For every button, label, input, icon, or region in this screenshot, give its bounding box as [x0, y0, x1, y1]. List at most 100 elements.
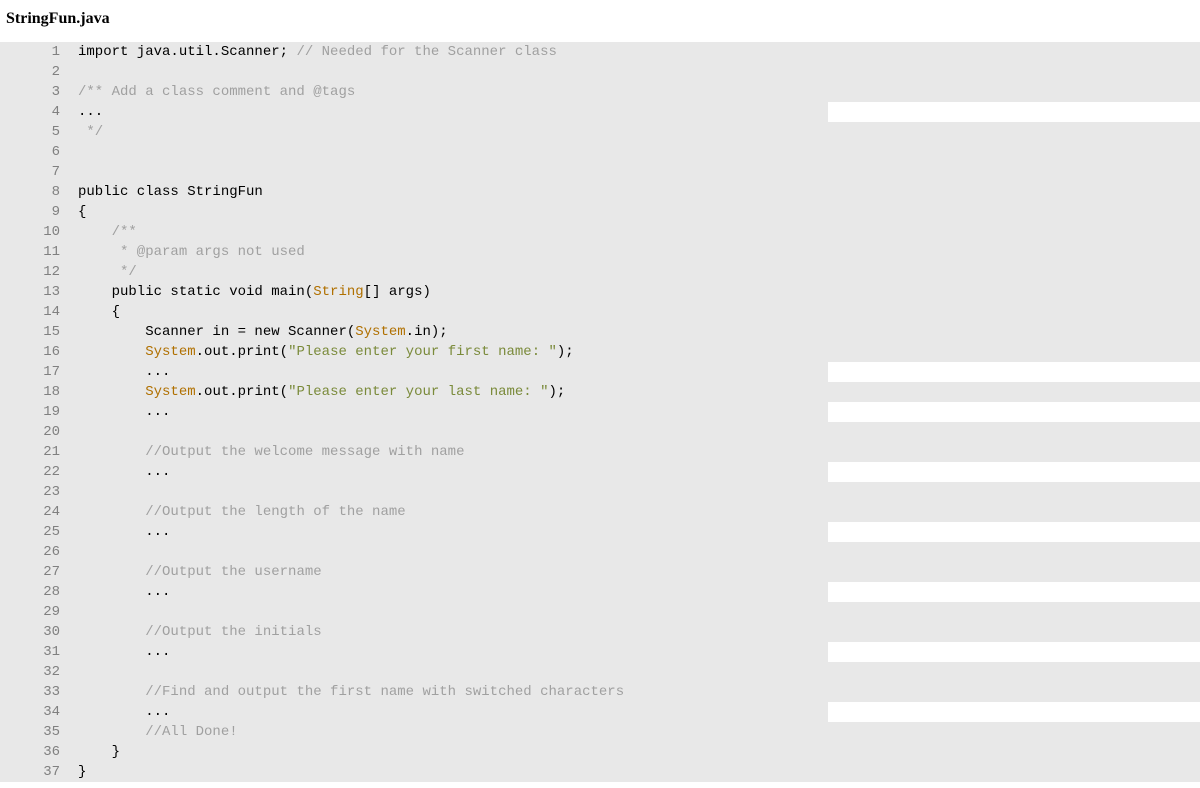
code-content: Scanner in = new Scanner(System.in); [70, 322, 1200, 342]
line-number: 30 [0, 622, 70, 642]
code-line: 29 [0, 602, 1200, 622]
code-line: 28 ... [0, 582, 1200, 602]
code-line: 31 ... [0, 642, 1200, 662]
code-line: 32 [0, 662, 1200, 682]
token: System [355, 324, 405, 340]
code-segment [70, 162, 1200, 182]
code-line: 22 ... [0, 462, 1200, 482]
line-number: 14 [0, 302, 70, 322]
code-content [70, 162, 1200, 182]
code-segment [70, 62, 1200, 82]
token: .in); [406, 324, 448, 340]
code-content: ... [70, 102, 1200, 122]
code-content [70, 602, 1200, 622]
line-number: 19 [0, 402, 70, 422]
code-line: 21 //Output the welcome message with nam… [0, 442, 1200, 462]
code-content: //Output the welcome message with name [70, 442, 1200, 462]
code-line: 15 Scanner in = new Scanner(System.in); [0, 322, 1200, 342]
line-number: 35 [0, 722, 70, 742]
token: ... [78, 404, 170, 420]
code-line: 33 //Find and output the first name with… [0, 682, 1200, 702]
code-line: 27 //Output the username [0, 562, 1200, 582]
token: import java.util.Scanner; [78, 44, 296, 60]
token: "Please enter your first name: " [288, 344, 557, 360]
code-segment: //Output the welcome message with name [70, 442, 1200, 462]
line-number: 11 [0, 242, 70, 262]
code-line: 12 */ [0, 262, 1200, 282]
token: Scanner in = new Scanner( [78, 324, 355, 340]
code-segment: System.out.print("Please enter your firs… [70, 342, 1200, 362]
code-content [70, 662, 1200, 682]
token: { [78, 304, 120, 320]
code-segment: //Output the username [70, 562, 1200, 582]
line-number: 37 [0, 762, 70, 782]
line-number: 26 [0, 542, 70, 562]
line-number: 2 [0, 62, 70, 82]
line-number: 20 [0, 422, 70, 442]
code-content: /** Add a class comment and @tags [70, 82, 1200, 102]
code-content: ... [70, 642, 1200, 662]
line-number: 34 [0, 702, 70, 722]
code-content [70, 542, 1200, 562]
token [78, 684, 145, 700]
code-segment [70, 422, 1200, 442]
code-content: ... [70, 462, 1200, 482]
token [78, 564, 145, 580]
code-content: ... [70, 582, 1200, 602]
token: * @param args not used [78, 244, 305, 260]
code-line: 8public class StringFun [0, 182, 1200, 202]
code-segment: //All Done! [70, 722, 1200, 742]
code-segment: ... [70, 582, 828, 602]
token: ... [78, 704, 170, 720]
code-segment: * @param args not used [70, 242, 1200, 262]
token: String [313, 284, 363, 300]
code-line: 24 //Output the length of the name [0, 502, 1200, 522]
code-segment [70, 542, 1200, 562]
line-number: 31 [0, 642, 70, 662]
code-segment: //Output the initials [70, 622, 1200, 642]
token: */ [78, 264, 137, 280]
line-number: 6 [0, 142, 70, 162]
line-number: 15 [0, 322, 70, 342]
line-number: 13 [0, 282, 70, 302]
line-number: 24 [0, 502, 70, 522]
token: public static void main( [78, 284, 313, 300]
line-number: 12 [0, 262, 70, 282]
code-segment: ... [70, 522, 828, 542]
code-segment: ... [70, 102, 828, 122]
code-segment: public static void main(String[] args) [70, 282, 1200, 302]
code-content: { [70, 302, 1200, 322]
token [78, 344, 145, 360]
token: } [78, 764, 86, 780]
token: //Output the initials [145, 624, 321, 640]
token: /** [78, 224, 137, 240]
code-line: 6 [0, 142, 1200, 162]
line-number: 18 [0, 382, 70, 402]
code-segment: import java.util.Scanner; // Needed for … [70, 42, 1200, 62]
line-number: 7 [0, 162, 70, 182]
code-content [70, 482, 1200, 502]
line-number: 27 [0, 562, 70, 582]
line-number: 4 [0, 102, 70, 122]
token: .out.print( [196, 384, 288, 400]
token [78, 624, 145, 640]
code-content: } [70, 742, 1200, 762]
line-number: 9 [0, 202, 70, 222]
token: [] args) [364, 284, 431, 300]
line-number: 28 [0, 582, 70, 602]
code-content: ... [70, 402, 1200, 422]
code-line: 37} [0, 762, 1200, 782]
code-content: ... [70, 362, 1200, 382]
code-content: /** [70, 222, 1200, 242]
code-line: 17 ... [0, 362, 1200, 382]
code-line: 34 ... [0, 702, 1200, 722]
code-content [70, 62, 1200, 82]
code-gap [828, 702, 1200, 722]
code-content: ... [70, 702, 1200, 722]
code-line: 25 ... [0, 522, 1200, 542]
token: //Output the username [145, 564, 321, 580]
code-segment: ... [70, 462, 828, 482]
line-number: 3 [0, 82, 70, 102]
code-line: 2 [0, 62, 1200, 82]
code-content: import java.util.Scanner; // Needed for … [70, 42, 1200, 62]
